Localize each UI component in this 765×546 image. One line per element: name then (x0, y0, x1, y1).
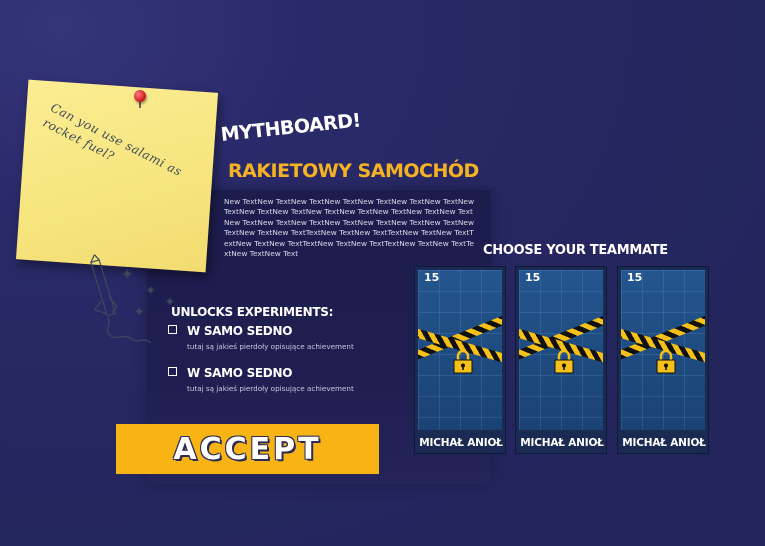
experiment-checkbox[interactable] (168, 367, 177, 376)
teammate-portrait (621, 270, 705, 430)
experiment-name: W SAMO SEDNO (187, 366, 293, 380)
teammate-name: MICHAŁ ANIOŁ (419, 437, 503, 449)
teammate-card[interactable]: 15 MICHAŁ ANIOŁ (617, 266, 709, 454)
experiment-description: New TextNew TextNew TextNew TextNew Text… (224, 197, 475, 259)
teammate-level: 15 (525, 271, 541, 284)
teammate-name: MICHAŁ ANIOŁ (622, 437, 706, 449)
padlock-icon (656, 350, 676, 374)
pushpin-icon (134, 90, 146, 102)
padlock-icon (453, 350, 473, 374)
teammate-portrait (519, 270, 603, 430)
experiment-checkbox[interactable] (168, 325, 177, 334)
accept-button[interactable]: ACCEPT (116, 424, 379, 474)
teammate-portrait (418, 270, 502, 430)
teammate-level: 15 (627, 271, 643, 284)
teammate-card[interactable]: 15 MICHAŁ ANIOŁ (414, 266, 506, 454)
sticky-note-text: Can you use salami as rocket fuel? (40, 100, 185, 179)
unlocks-title: UNLOCKS EXPERIMENTS: (171, 305, 334, 319)
teammate-card[interactable]: 15 MICHAŁ ANIOŁ (515, 266, 607, 454)
experiment-name: W SAMO SEDNO (187, 324, 293, 338)
experiment-title: RAKIETOWY SAMOCHÓD (228, 160, 479, 182)
teammate-name: MICHAŁ ANIOŁ (520, 437, 604, 449)
teammate-level: 15 (424, 271, 440, 284)
padlock-icon (554, 350, 574, 374)
mythboard-title: MYTHBOARD! (219, 109, 362, 146)
experiment-description-text: tutaj są jakieś pierdoły opisujące achie… (187, 384, 354, 393)
rocket-doodle-icon (90, 254, 174, 344)
experiment-description-text: tutaj są jakieś pierdoły opisujące achie… (187, 342, 354, 351)
choose-teammate-title: CHOOSE YOUR TEAMMATE (483, 243, 668, 258)
sticky-note: Can you use salami as rocket fuel? (15, 79, 219, 344)
